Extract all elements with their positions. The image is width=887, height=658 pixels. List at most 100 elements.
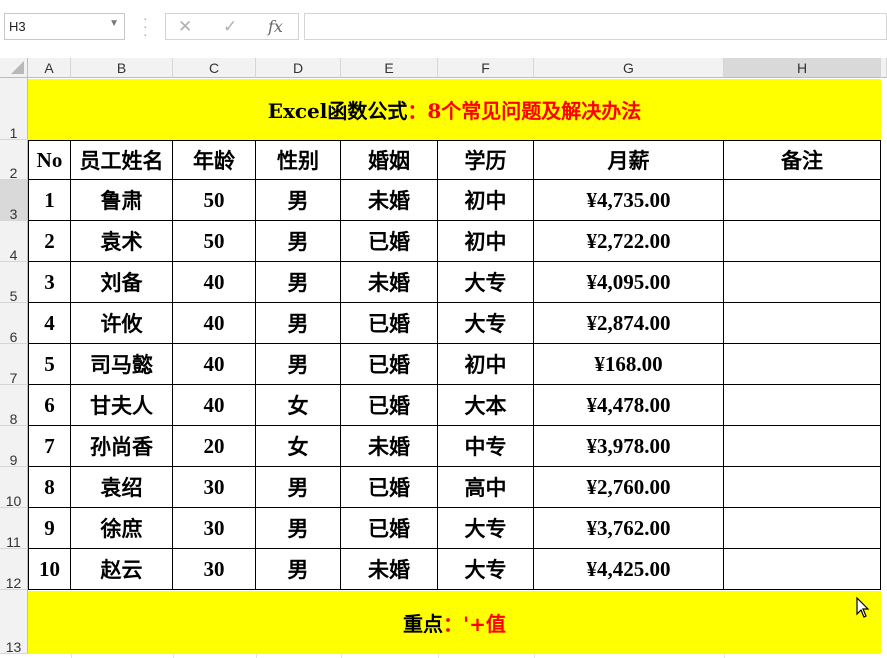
row-header-5[interactable]: 5 [0,262,28,304]
column-header-c[interactable]: C [173,58,256,78]
table-cell[interactable]: 初中 [438,180,534,221]
table-cell[interactable]: 已婚 [341,303,438,344]
chevron-down-icon[interactable]: ▼ [109,18,119,29]
table-cell[interactable]: 2 [28,221,71,262]
row-header-11[interactable]: 11 [0,508,28,550]
table-cell[interactable]: 已婚 [341,508,438,549]
table-cell[interactable]: 女 [256,426,341,467]
table-cell[interactable]: 男 [256,549,341,590]
table-cell[interactable]: 徐庶 [71,508,173,549]
table-cell[interactable]: 女 [256,385,341,426]
table-cell[interactable]: 初中 [438,344,534,385]
table-cell[interactable]: 1 [28,180,71,221]
table-cell[interactable]: 30 [173,467,256,508]
select-all-button[interactable] [0,58,28,78]
row-header-2[interactable]: 2 [0,140,28,181]
table-cell[interactable]: 未婚 [341,180,438,221]
name-box-value[interactable]: H3 [9,19,26,34]
table-cell[interactable]: 大专 [438,262,534,303]
table-cell[interactable]: 赵云 [71,549,173,590]
table-cell[interactable]: 高中 [438,467,534,508]
header-cell[interactable]: 年龄 [173,140,256,180]
table-cell[interactable]: 已婚 [341,344,438,385]
table-cell[interactable]: 7 [28,426,71,467]
row-header-6[interactable]: 6 [0,303,28,345]
header-cell[interactable]: 性别 [256,140,341,180]
remarks-cell[interactable] [724,344,881,385]
table-cell[interactable]: 袁绍 [71,467,173,508]
table-cell[interactable]: 男 [256,262,341,303]
row-header-9[interactable]: 9 [0,426,28,468]
table-cell[interactable]: 10 [28,549,71,590]
table-cell[interactable]: 许攸 [71,303,173,344]
table-cell[interactable]: 6 [28,385,71,426]
table-cell[interactable]: 40 [173,303,256,344]
table-cell[interactable]: 男 [256,508,341,549]
row-header-1[interactable]: 1 [0,78,28,141]
table-cell[interactable]: ¥4,478.00 [534,385,724,426]
table-cell[interactable]: 4 [28,303,71,344]
table-cell[interactable]: 未婚 [341,262,438,303]
table-cell[interactable]: 男 [256,467,341,508]
table-cell[interactable]: 50 [173,221,256,262]
column-header-e[interactable]: E [341,58,438,78]
table-cell[interactable]: ¥4,095.00 [534,262,724,303]
header-cell[interactable]: 月薪 [534,140,724,180]
table-cell[interactable]: 已婚 [341,467,438,508]
table-cell[interactable]: 袁术 [71,221,173,262]
table-cell[interactable]: ¥2,760.00 [534,467,724,508]
table-cell[interactable]: ¥168.00 [534,344,724,385]
remarks-cell[interactable] [724,180,881,221]
table-cell[interactable]: 男 [256,344,341,385]
table-cell[interactable]: 30 [173,508,256,549]
table-cell[interactable]: 40 [173,344,256,385]
row-header-13[interactable]: 13 [0,590,28,655]
table-cell[interactable]: 大专 [438,303,534,344]
table-cell[interactable]: 未婚 [341,549,438,590]
row-header-3[interactable]: 3 [0,180,28,222]
header-cell[interactable]: 备注 [724,140,881,180]
column-header-g[interactable]: G [534,58,724,78]
table-cell[interactable]: 中专 [438,426,534,467]
remarks-cell[interactable] [724,508,881,549]
table-cell[interactable]: 男 [256,303,341,344]
column-header-d[interactable]: D [256,58,341,78]
table-cell[interactable]: 50 [173,180,256,221]
table-cell[interactable]: 男 [256,221,341,262]
table-cell[interactable]: 30 [173,549,256,590]
table-cell[interactable]: 初中 [438,221,534,262]
table-cell[interactable]: 男 [256,180,341,221]
column-header-b[interactable]: B [71,58,173,78]
table-cell[interactable]: 40 [173,262,256,303]
column-header-next[interactable] [881,58,887,78]
table-cell[interactable]: 40 [173,385,256,426]
title-banner[interactable]: Excel函数公式 ：8个常见问题及解决办法 [28,79,881,140]
row-header-7[interactable]: 7 [0,344,28,386]
table-cell[interactable]: ¥4,425.00 [534,549,724,590]
table-cell[interactable]: 大本 [438,385,534,426]
row-header-10[interactable]: 10 [0,467,28,509]
table-cell[interactable]: 已婚 [341,385,438,426]
name-box[interactable]: H3 ▼ [4,13,125,40]
remarks-cell[interactable] [724,262,881,303]
column-header-a[interactable]: A [28,58,71,78]
remarks-cell[interactable] [724,549,881,590]
cancel-icon[interactable]: ✕ [178,17,192,37]
remarks-cell[interactable] [724,385,881,426]
header-cell[interactable]: 婚姻 [341,140,438,180]
enter-icon[interactable]: ✓ [223,17,237,37]
table-cell[interactable]: 3 [28,262,71,303]
formula-input[interactable] [304,13,887,40]
column-header-h[interactable]: H [724,58,881,78]
remarks-cell[interactable] [724,303,881,344]
table-cell[interactable]: ¥2,874.00 [534,303,724,344]
row-header-8[interactable]: 8 [0,385,28,427]
remarks-cell[interactable] [724,426,881,467]
table-cell[interactable]: 20 [173,426,256,467]
column-header-f[interactable]: F [438,58,534,78]
table-cell[interactable]: 未婚 [341,426,438,467]
header-cell[interactable]: 员工姓名 [71,140,173,180]
table-cell[interactable]: 大专 [438,508,534,549]
remarks-cell[interactable] [724,221,881,262]
remarks-cell[interactable] [724,467,881,508]
